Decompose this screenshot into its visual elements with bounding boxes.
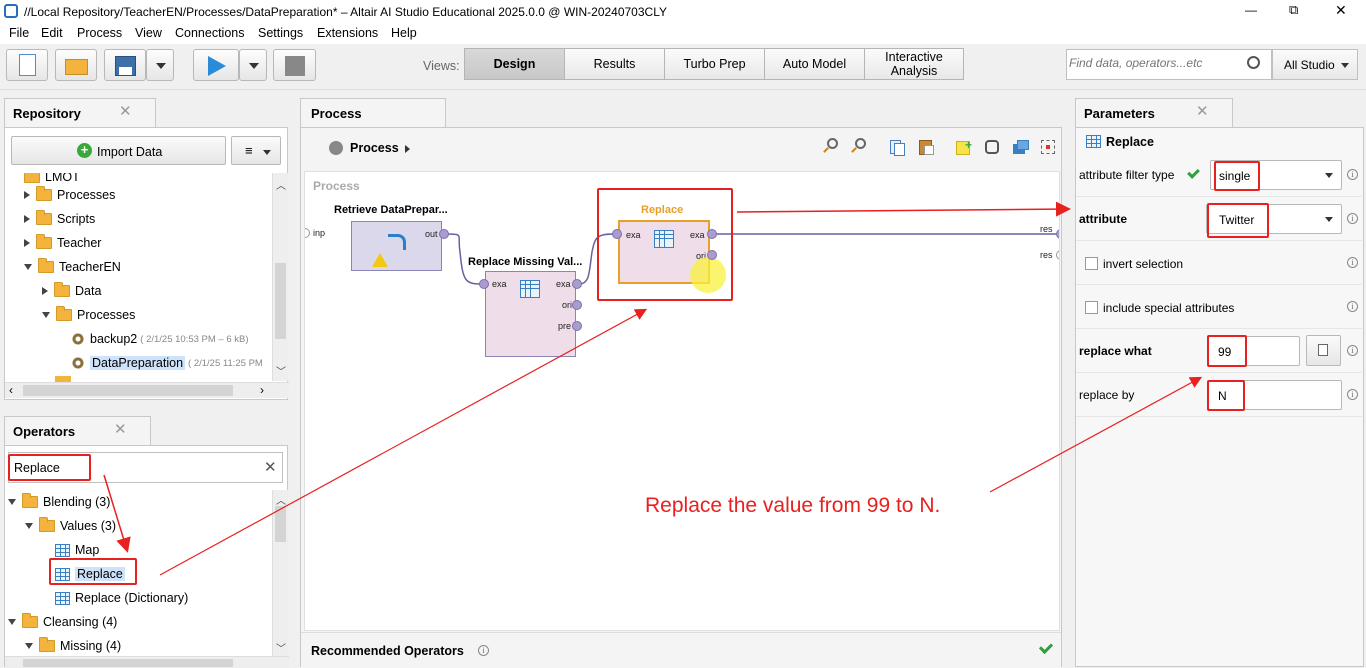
annotation-text: Replace the value from 99 to N.	[645, 494, 941, 517]
annotation-arrows	[103, 201, 1203, 576]
